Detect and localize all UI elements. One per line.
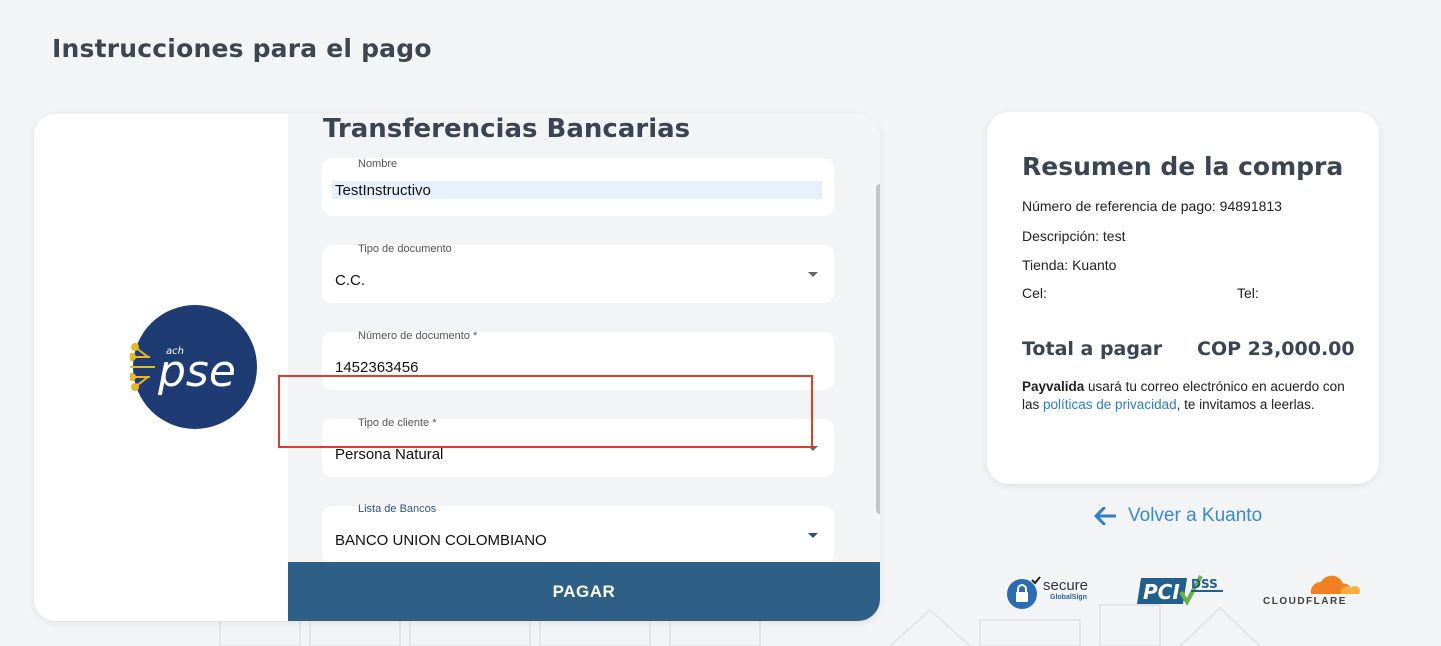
dss-text: DSS: [1191, 577, 1218, 591]
reference-number: Número de referencia de pago: 94891813: [1022, 198, 1282, 214]
privacy-text-2: , te invitamos a leerlas.: [1176, 397, 1315, 412]
form-title: Transferencias Bancarias: [323, 114, 691, 144]
pci-text: PCI: [1143, 580, 1180, 604]
nombre-label: Nombre: [358, 158, 398, 170]
tipo-cliente-label: Tipo de cliente *: [358, 417, 437, 429]
lista-bancos-value: BANCO UNION COLOMBIANO: [335, 532, 547, 549]
chevron-down-icon[interactable]: [808, 446, 818, 451]
tel-label: Tel:: [1237, 285, 1259, 301]
scrollbar-thumb[interactable]: [876, 184, 880, 514]
nombre-field[interactable]: Nombre TestInstructivo: [322, 158, 834, 216]
privacy-policy-link[interactable]: políticas de privacidad: [1043, 397, 1177, 412]
numero-documento-input[interactable]: 1452363456: [335, 359, 418, 376]
security-badges: secure GlobalSign PCI DSS CLOUDFLARE: [1005, 574, 1375, 614]
pse-logo: ach pse: [130, 305, 257, 429]
cloud-icon: [1310, 575, 1360, 594]
cloudflare-badge: CLOUDFLARE: [1263, 574, 1373, 614]
summary-card: Resumen de la compra Número de referenci…: [987, 112, 1379, 484]
total-value: COP 23,000.00: [1197, 338, 1355, 360]
chevron-down-icon[interactable]: [808, 272, 818, 277]
page-title: Instrucciones para el pago: [52, 34, 432, 63]
tipo-documento-value: C.C.: [335, 272, 365, 289]
total-label: Total a pagar: [1022, 338, 1163, 360]
logo-panel: ach pse: [34, 114, 288, 621]
logo-brand-text: pse: [157, 346, 236, 397]
back-to-store-link[interactable]: Volver a Kuanto: [1094, 505, 1262, 527]
padlock-icon: [1007, 576, 1041, 609]
cloudflare-text: CLOUDFLARE: [1263, 596, 1347, 607]
store-text: Tienda: Kuanto: [1022, 257, 1117, 273]
form-scrollbar[interactable]: [876, 184, 880, 514]
pagar-button[interactable]: PAGAR: [288, 562, 880, 621]
globalsign-secure-badge: secure GlobalSign: [1005, 574, 1105, 614]
globalsign-text: GlobalSign: [1050, 594, 1087, 601]
tipo-documento-select[interactable]: Tipo de documento C.C.: [322, 243, 834, 303]
back-link-label: Volver a Kuanto: [1128, 505, 1263, 526]
privacy-notice: Payvalida usará tu correo electrónico en…: [1022, 378, 1352, 414]
lista-bancos-label: Lista de Bancos: [358, 503, 437, 515]
nombre-input[interactable]: TestInstructivo: [332, 181, 822, 199]
cel-label: Cel:: [1022, 285, 1047, 301]
summary-title: Resumen de la compra: [1022, 152, 1344, 181]
secure-text: secure: [1043, 577, 1089, 594]
arrow-left-icon: [1094, 507, 1116, 525]
tipo-cliente-value: Persona Natural: [335, 446, 444, 463]
numero-documento-field[interactable]: Número de documento * 1452363456: [322, 330, 834, 390]
pci-dss-badge: PCI DSS: [1137, 574, 1232, 614]
payment-card: ach pse Transferencias Bancarias Nombre …: [34, 114, 880, 621]
tipo-cliente-select[interactable]: Tipo de cliente * Persona Natural: [322, 417, 834, 477]
chevron-down-icon[interactable]: [808, 533, 818, 538]
form-area: Transferencias Bancarias Nombre TestInst…: [288, 114, 880, 621]
numero-documento-label: Número de documento *: [358, 330, 478, 342]
privacy-brand: Payvalida: [1022, 379, 1085, 394]
description-text: Descripción: test: [1022, 228, 1126, 244]
tipo-documento-label: Tipo de documento: [358, 243, 452, 255]
pci-dss-logo: PCI DSS: [1137, 575, 1223, 607]
lista-bancos-select[interactable]: Lista de Bancos BANCO UNION COLOMBIANO: [322, 503, 834, 564]
